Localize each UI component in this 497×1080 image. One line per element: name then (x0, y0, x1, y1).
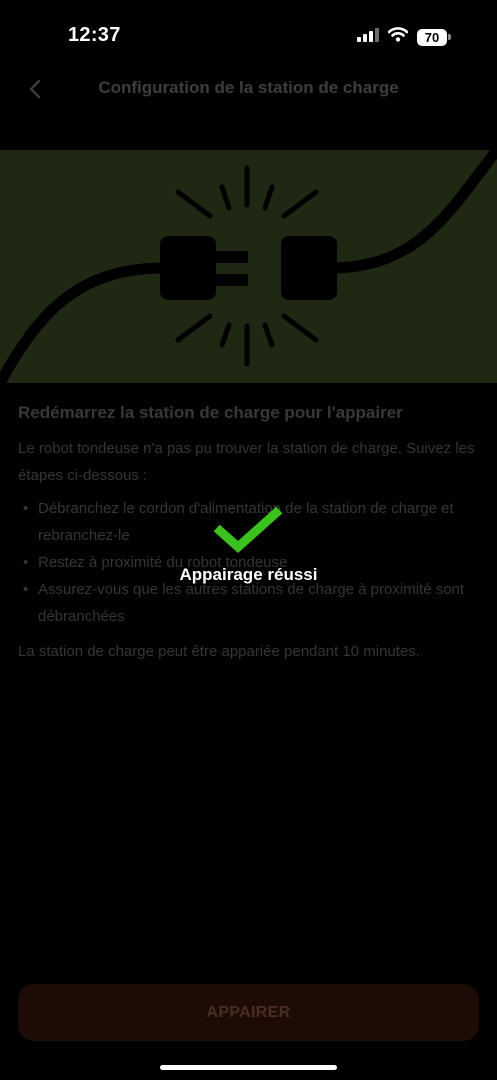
success-toast: Appairage réussi (0, 505, 497, 585)
hero-illustration (0, 150, 497, 383)
toast-label: Appairage réussi (179, 565, 318, 584)
intro-text: Le robot tondeuse n'a pas pu trouver la … (18, 440, 475, 484)
battery-nub (448, 34, 451, 40)
pairing-duration-note: La station de charge peut être appariée … (18, 643, 420, 660)
pair-button[interactable]: APPAIRER (18, 984, 479, 1041)
battery-level: 70 (417, 28, 447, 46)
home-indicator[interactable] (160, 1065, 337, 1070)
checkmark-icon (213, 506, 282, 554)
status-time: 12:37 (68, 24, 121, 46)
battery-icon: 70 (417, 28, 451, 46)
step-text: Assurez-vous que les autres stations de … (38, 581, 465, 625)
wifi-icon (387, 27, 409, 47)
unplugged-plug-illustration (0, 150, 497, 383)
section-heading: Redémarrez la station de charge pour l'a… (18, 403, 403, 422)
status-icons: 70 (357, 27, 451, 47)
app-header: Configuration de la station de charge (0, 60, 497, 118)
signal-icon (357, 27, 379, 47)
page-title: Configuration de la station de charge (98, 78, 399, 97)
